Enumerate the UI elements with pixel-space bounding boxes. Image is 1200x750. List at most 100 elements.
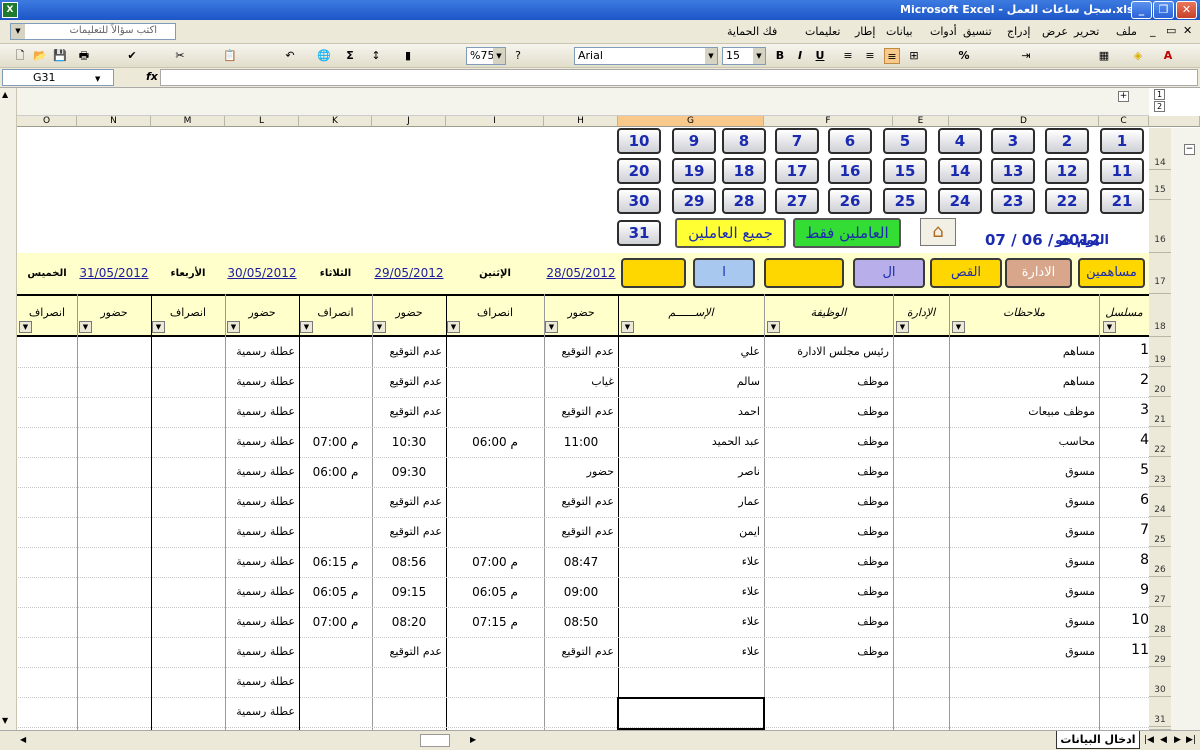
filter-dropdown-icon[interactable]: ▼ bbox=[447, 321, 460, 333]
table-cell[interactable]: عطلة رسمية bbox=[225, 637, 299, 667]
row-header[interactable]: 25 bbox=[1149, 517, 1171, 547]
menu-edit[interactable]: تحرير bbox=[1074, 25, 1099, 38]
day-button-18[interactable]: 18 bbox=[722, 158, 766, 184]
fill-color-icon[interactable]: ◈ bbox=[1130, 48, 1146, 64]
table-cell[interactable]: عدم التوقيع bbox=[544, 337, 618, 367]
filter-dropdown-icon[interactable]: ▼ bbox=[1103, 321, 1116, 333]
table-cell[interactable] bbox=[372, 667, 446, 697]
table-cell[interactable]: موظف bbox=[764, 547, 893, 577]
table-cell[interactable]: عطلة رسمية bbox=[225, 517, 299, 547]
day-button-21[interactable]: 21 bbox=[1100, 188, 1144, 214]
day-button-22[interactable]: 22 bbox=[1045, 188, 1089, 214]
scroll-right-icon[interactable]: ▶ bbox=[470, 735, 476, 744]
filter-dropdown-icon[interactable]: ▼ bbox=[79, 321, 92, 333]
table-cell[interactable]: مسوق bbox=[949, 577, 1099, 607]
italic-icon[interactable]: I bbox=[792, 48, 808, 64]
table-cell[interactable] bbox=[446, 457, 544, 487]
day-button-9[interactable]: 9 bbox=[672, 128, 716, 154]
table-cell[interactable] bbox=[764, 697, 893, 727]
col-header[interactable]: M bbox=[151, 116, 225, 127]
table-cell[interactable]: 07:00 م bbox=[446, 547, 544, 577]
autosum-icon[interactable]: Σ bbox=[342, 48, 358, 64]
row-serial[interactable]: 5 bbox=[1120, 457, 1149, 483]
table-cell[interactable]: رئيس مجلس الادارة bbox=[764, 337, 893, 367]
table-cell[interactable]: علاء bbox=[618, 547, 764, 577]
row-header[interactable]: 20 bbox=[1149, 367, 1171, 397]
filter-dropdown-icon[interactable]: ▼ bbox=[373, 321, 386, 333]
table-cell[interactable] bbox=[764, 667, 893, 697]
row-header[interactable]: 26 bbox=[1149, 547, 1171, 577]
table-cell[interactable]: سالم bbox=[618, 367, 764, 397]
day-button-5[interactable]: 5 bbox=[883, 128, 927, 154]
table-cell[interactable]: عطلة رسمية bbox=[225, 547, 299, 577]
save-icon[interactable]: 💾 bbox=[52, 48, 68, 64]
admin-button[interactable]: الادارة bbox=[1005, 258, 1072, 288]
percent-icon[interactable]: % bbox=[956, 48, 972, 64]
table-cell[interactable]: حضور bbox=[544, 457, 618, 487]
tab-last-icon[interactable]: ▶| bbox=[1186, 735, 1196, 745]
table-cell[interactable]: علاء bbox=[618, 607, 764, 637]
row-header[interactable]: 24 bbox=[1149, 487, 1171, 517]
table-cell[interactable]: موظف bbox=[764, 607, 893, 637]
horizontal-scrollbar[interactable]: ◀ ▶ bbox=[0, 730, 1050, 750]
close-icon[interactable]: ✕ bbox=[1176, 1, 1197, 19]
cut-icon[interactable]: ✂ bbox=[172, 48, 188, 64]
table-cell[interactable] bbox=[299, 667, 372, 697]
help-search-input[interactable]: ▼ اكتب سؤالاً للتعليمات bbox=[10, 23, 176, 40]
day-button-8[interactable]: 8 bbox=[722, 128, 766, 154]
table-cell[interactable]: عدم التوقيع bbox=[544, 487, 618, 517]
table-cell[interactable]: عدم التوقيع bbox=[372, 337, 446, 367]
table-cell[interactable]: موظف bbox=[764, 577, 893, 607]
col-header[interactable]: J bbox=[372, 116, 446, 127]
chevron-down-icon[interactable]: ▼ bbox=[493, 48, 505, 64]
select-all-corner[interactable] bbox=[1149, 116, 1200, 127]
row-serial[interactable]: 2 bbox=[1120, 367, 1149, 393]
menu-tools[interactable]: أدوات bbox=[930, 25, 957, 38]
table-cell[interactable]: 11:00 bbox=[544, 427, 618, 457]
table-cell[interactable]: ناصر bbox=[618, 457, 764, 487]
font-color-icon[interactable]: A bbox=[1160, 48, 1176, 64]
table-cell[interactable] bbox=[299, 517, 372, 547]
day-button-29[interactable]: 29 bbox=[672, 188, 716, 214]
menu-file[interactable]: ملف bbox=[1116, 25, 1137, 38]
table-cell[interactable]: 06:15 م bbox=[299, 547, 372, 577]
table-cell[interactable] bbox=[299, 487, 372, 517]
date-link[interactable]: 30/05/2012 bbox=[225, 253, 299, 294]
day-button-16[interactable]: 16 bbox=[828, 158, 872, 184]
col-header[interactable]: K bbox=[299, 116, 372, 127]
row-header[interactable]: 18 bbox=[1149, 294, 1171, 337]
table-cell[interactable]: مسوق bbox=[949, 607, 1099, 637]
row-header[interactable]: 30 bbox=[1149, 667, 1171, 697]
day-button-4[interactable]: 4 bbox=[938, 128, 982, 154]
table-cell[interactable]: عمار bbox=[618, 487, 764, 517]
day-button-15[interactable]: 15 bbox=[883, 158, 927, 184]
table-cell[interactable]: علاء bbox=[618, 577, 764, 607]
filter-dropdown-icon[interactable]: ▼ bbox=[300, 321, 313, 333]
row-serial[interactable]: 8 bbox=[1120, 547, 1149, 573]
row-header[interactable]: 22 bbox=[1149, 427, 1171, 457]
row-header[interactable]: 15 bbox=[1149, 170, 1171, 200]
row-header[interactable]: 21 bbox=[1149, 397, 1171, 427]
day-button-12[interactable]: 12 bbox=[1045, 158, 1089, 184]
table-cell[interactable]: 08:20 bbox=[372, 607, 446, 637]
row-serial[interactable]: 6 bbox=[1120, 487, 1149, 513]
scroll-down-icon[interactable]: ▼ bbox=[2, 716, 8, 725]
category-button-5[interactable]: ا bbox=[693, 258, 755, 288]
filter-dropdown-icon[interactable]: ▼ bbox=[19, 321, 32, 333]
row-serial[interactable]: 7 bbox=[1120, 517, 1149, 543]
chevron-down-icon[interactable]: ▼ bbox=[95, 72, 100, 87]
day-button-28[interactable]: 28 bbox=[722, 188, 766, 214]
table-cell[interactable]: غياب bbox=[544, 367, 618, 397]
chart-icon[interactable]: ▮ bbox=[400, 48, 416, 64]
table-cell[interactable]: علاء bbox=[618, 637, 764, 667]
table-cell[interactable]: عدم التوقيع bbox=[544, 637, 618, 667]
table-cell[interactable]: مساهم bbox=[949, 367, 1099, 397]
align-right-icon[interactable]: ≡ bbox=[884, 48, 900, 64]
menu-format[interactable]: تنسيق bbox=[963, 25, 992, 38]
day-button-25[interactable]: 25 bbox=[883, 188, 927, 214]
font-select[interactable]: Arial ▼ bbox=[574, 47, 718, 65]
menu-window[interactable]: إطار bbox=[855, 25, 875, 38]
chevron-down-icon[interactable]: ▼ bbox=[11, 24, 25, 39]
table-cell[interactable]: 06:05 م bbox=[299, 577, 372, 607]
doc-restore-icon[interactable]: ▭ bbox=[1166, 24, 1176, 37]
